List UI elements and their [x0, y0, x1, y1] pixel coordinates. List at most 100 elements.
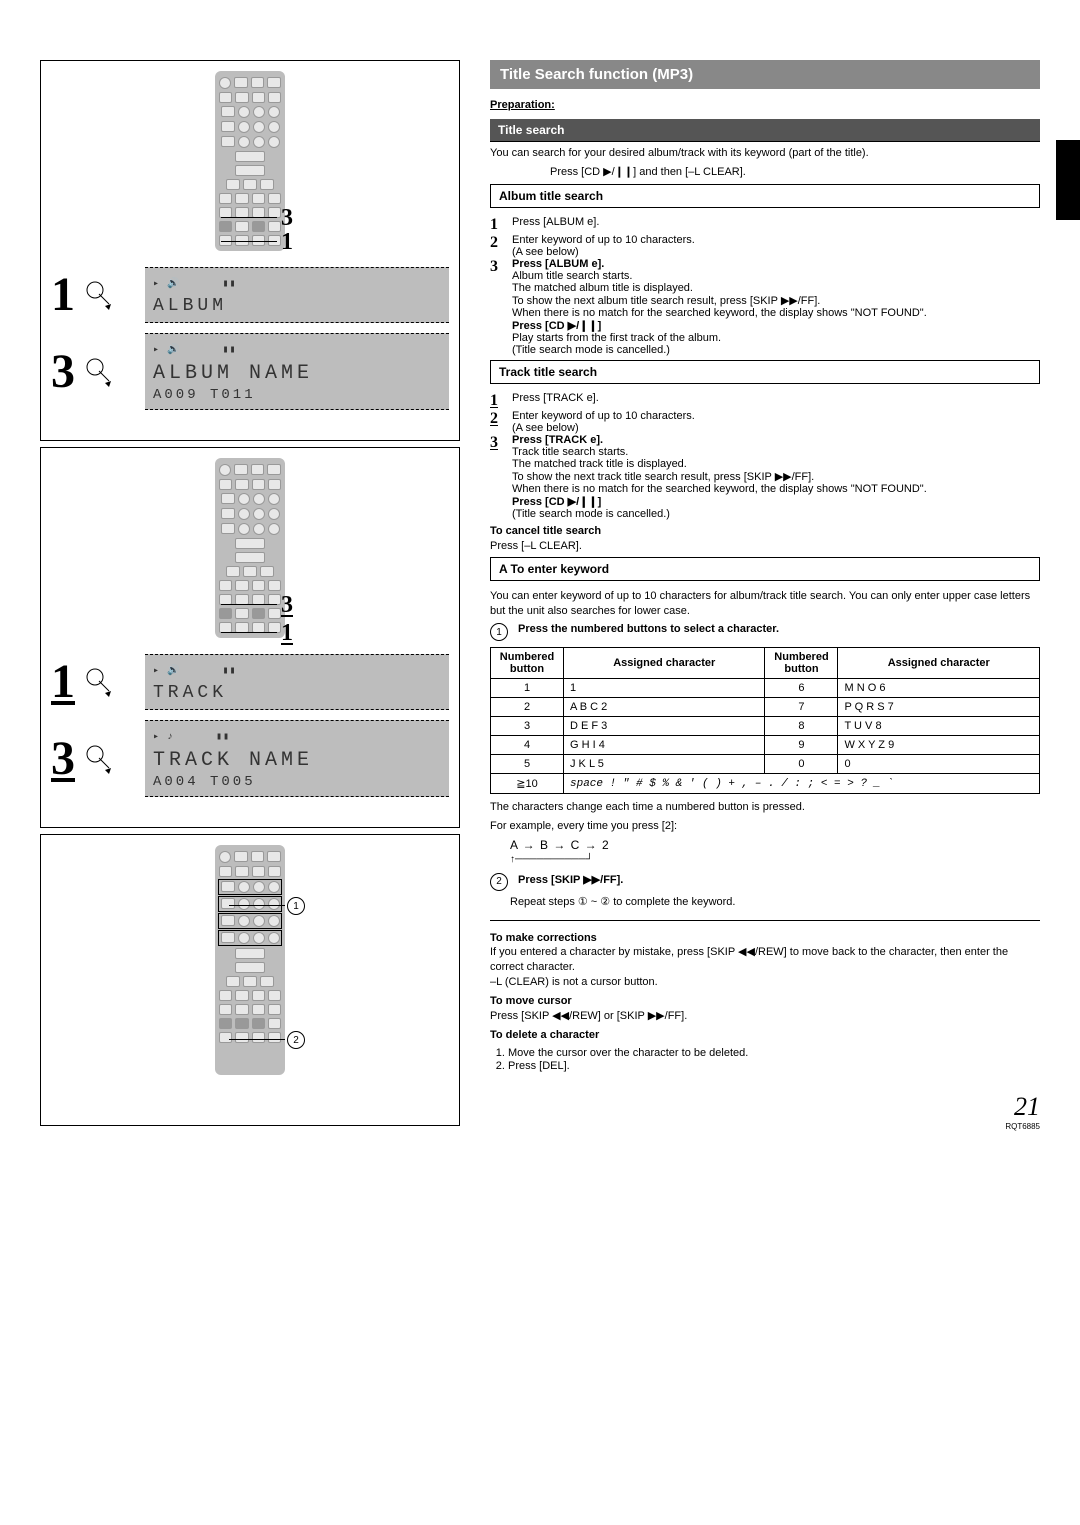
table-cell: 3 — [491, 717, 564, 736]
table-header-assigned-char: Assigned character — [838, 648, 1040, 679]
press-hand-icon — [85, 667, 115, 697]
delete-step-1: Move the cursor over the character to be… — [508, 1047, 1040, 1059]
step-1-number: 1 — [51, 271, 75, 319]
table-cell: D E F 3 — [564, 717, 765, 736]
remote-control-graphic — [215, 845, 285, 1075]
step-1-number: 1 — [51, 658, 75, 706]
table-cell: J K L 5 — [564, 755, 765, 774]
corrections-body: If you entered a character by mistake, p… — [490, 946, 1008, 973]
right-instruction-column: Title Search function (MP3) Preparation:… — [490, 60, 1040, 1132]
table-cell: 5 — [491, 755, 564, 774]
table-header-numbered-button: Numbered button — [765, 648, 838, 679]
table-cell: 1 — [564, 679, 765, 698]
move-cursor-body: Press [SKIP ◀◀/REW] or [SKIP ▶▶/FF]. — [490, 1010, 687, 1022]
character-table: Numbered button Assigned character Numbe… — [490, 647, 1040, 794]
album-title-search-box: Album title search — [490, 184, 1040, 208]
cancel-heading: To cancel title search — [490, 525, 601, 537]
lcd-album-line: ALBUM — [153, 296, 441, 316]
step-3-number: 3 — [51, 735, 75, 783]
table-cell: 1 — [491, 679, 564, 698]
table-cell: space ! " # $ % & ' ( ) + , – . / : ; < … — [564, 774, 1040, 794]
left-illustration-column: 3 1 1 ▸ 🔊 ▮▮ ALBUM 3 — [40, 60, 460, 1132]
album-play-head: Press [CD ▶/❙❙] — [512, 320, 601, 332]
move-cursor-heading: To move cursor — [490, 995, 572, 1007]
remote-control-graphic — [215, 71, 285, 251]
loop-arrow-icon: ↑──────────┘ — [510, 854, 1040, 865]
corrections-heading: To make corrections — [490, 932, 597, 944]
album-step-2-sub: (A see below) — [512, 246, 579, 258]
keyword-remote-block: 1 2 — [40, 834, 460, 1126]
enter-step-2: Press [SKIP ▶▶/FF]. — [518, 873, 623, 891]
track-result-text: Track title search starts. The matched t… — [512, 446, 927, 495]
preparation-heading: Preparation: — [490, 99, 1040, 111]
track-step-1: Press [TRACK e]. — [512, 392, 599, 410]
lcd-track-name-line: TRACK NAME — [153, 749, 441, 772]
callout-3: 3 — [281, 592, 293, 619]
delete-step-2: Press [DEL]. — [508, 1060, 1040, 1072]
table-cell: ≧10 — [491, 774, 564, 794]
enter-keyword-box: A To enter keyword — [490, 557, 1040, 581]
char-change-note: The characters change each time a number… — [490, 800, 1040, 815]
enter-step-1: Press the numbered buttons to select a c… — [518, 623, 779, 641]
press-hand-icon — [85, 744, 115, 774]
side-tab — [1056, 140, 1080, 220]
press-hand-icon — [85, 280, 115, 310]
callout-1: 1 — [281, 620, 293, 647]
delete-heading: To delete a character — [490, 1029, 599, 1041]
album-illustration-block: 3 1 1 ▸ 🔊 ▮▮ ALBUM 3 — [40, 60, 460, 441]
track-illustration-block: 3 1 1 ▸ 🔊 ▮▮ TRACK 3 — [40, 447, 460, 828]
lcd-album-1: ▸ 🔊 ▮▮ ALBUM — [145, 267, 449, 323]
corrections-note: –L (CLEAR) is not a cursor button. — [490, 976, 658, 988]
lcd-album-index-line: A009 T011 — [153, 387, 441, 403]
document-code: RQT6885 — [490, 1122, 1040, 1131]
char-table-body: 116M N O 62A B C 27P Q R S 73D E F 38T U… — [491, 679, 1040, 774]
table-cell: T U V 8 — [838, 717, 1040, 736]
table-header-assigned-char: Assigned character — [564, 648, 765, 679]
table-header-numbered-button: Numbered button — [491, 648, 564, 679]
step-3-number: 3 — [51, 348, 75, 396]
table-cell: 9 — [765, 736, 838, 755]
album-step-2: Enter keyword of up to 10 characters. — [512, 234, 695, 246]
lcd-track-line: TRACK — [153, 683, 441, 703]
lcd-album-2: ▸ 🔊 ▮▮ ALBUM NAME A009 T011 — [145, 333, 449, 410]
track-play-head: Press [CD ▶/❙❙] — [512, 496, 601, 508]
table-cell: W X Y Z 9 — [838, 736, 1040, 755]
table-cell: 0 — [765, 755, 838, 774]
track-play-body: (Title search mode is cancelled.) — [512, 508, 670, 520]
table-cell: A B C 2 — [564, 698, 765, 717]
circled-2-callout: 2 — [287, 1031, 305, 1049]
table-cell: 6 — [765, 679, 838, 698]
callout-1: 1 — [281, 229, 293, 256]
remote-control-graphic — [215, 458, 285, 638]
lcd-track-index-line: A004 T005 — [153, 774, 441, 790]
enter-keyword-intro: You can enter keyword of up to 10 charac… — [490, 589, 1040, 619]
delete-steps: Move the cursor over the character to be… — [508, 1047, 1040, 1072]
table-cell: P Q R S 7 — [838, 698, 1040, 717]
track-step-2: Enter keyword of up to 10 characters. — [512, 410, 695, 422]
table-cell: 7 — [765, 698, 838, 717]
lcd-track-1: ▸ 🔊 ▮▮ TRACK — [145, 654, 449, 710]
table-cell: G H I 4 — [564, 736, 765, 755]
track-step-3: Press [TRACK e]. — [512, 434, 603, 446]
table-cell: 2 — [491, 698, 564, 717]
char-example-note: For example, every time you press [2]: — [490, 819, 1040, 834]
table-cell: M N O 6 — [838, 679, 1040, 698]
callout-3: 3 — [281, 205, 293, 232]
track-step-2-sub: (A see below) — [512, 422, 579, 434]
album-step-3: Press [ALBUM e]. — [512, 258, 604, 270]
table-cell: 0 — [838, 755, 1040, 774]
intro-text: You can search for your desired album/tr… — [490, 146, 1040, 161]
section-title: Title Search function (MP3) — [490, 60, 1040, 89]
album-step-1: Press [ALBUM e]. — [512, 216, 599, 234]
title-search-heading: Title search — [490, 119, 1040, 142]
table-cell: 8 — [765, 717, 838, 736]
album-result-text: Album title search starts. The matched a… — [512, 270, 927, 319]
lcd-track-2: ▸ ♪ ▮▮ TRACK NAME A004 T005 — [145, 720, 449, 797]
table-cell: 4 — [491, 736, 564, 755]
album-play-body: Play starts from the first track of the … — [512, 332, 721, 356]
char-sequence: A → B → C → 2 — [510, 838, 1040, 852]
cancel-body: Press [–L CLEAR]. — [490, 540, 582, 552]
lcd-album-name-line: ALBUM NAME — [153, 362, 441, 385]
press-hand-icon — [85, 357, 115, 387]
circled-1-icon: 1 — [490, 623, 508, 641]
